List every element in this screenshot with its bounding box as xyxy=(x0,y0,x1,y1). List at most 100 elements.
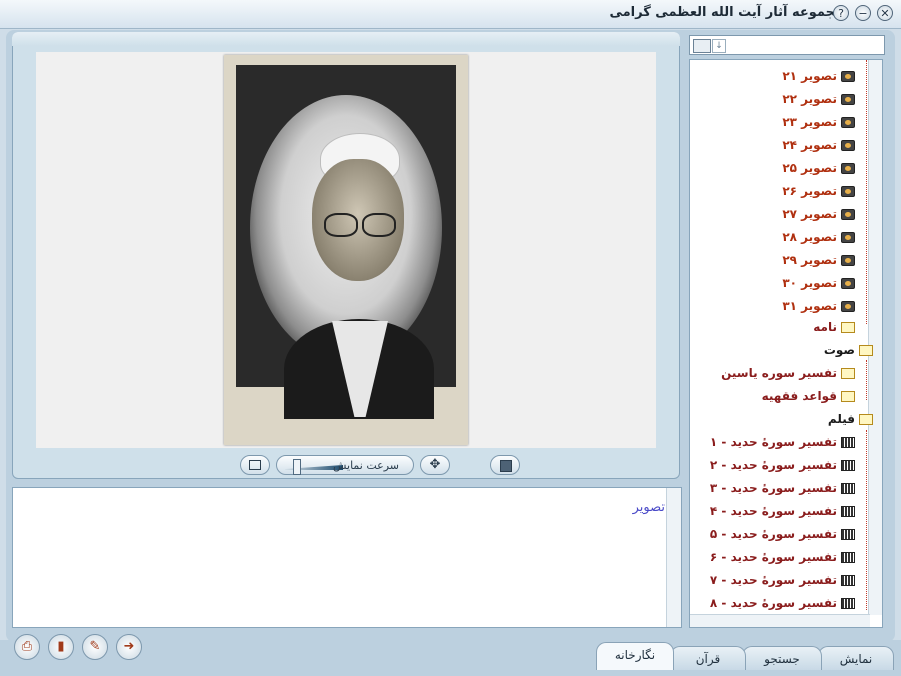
keyboard-icon[interactable] xyxy=(693,39,711,53)
tree-item-folder[interactable]: فیلم xyxy=(828,410,873,428)
tree-item-image[interactable]: تصویر ۳۰ xyxy=(782,274,855,292)
tree-item-image[interactable]: تصویر ۲۱ xyxy=(782,67,855,85)
tree-item-image[interactable]: تصویر ۲۵ xyxy=(782,159,855,177)
copy-button[interactable] xyxy=(240,455,270,475)
tree-item-label: تفسیر سورهٔ حدید - ۵ xyxy=(709,527,837,541)
tree-item-folder[interactable]: قواعد فقهیه xyxy=(762,387,855,405)
folder-open-icon xyxy=(859,413,873,425)
tree-item-label: تفسیر سورهٔ حدید - ۳ xyxy=(709,481,837,495)
tree-item-label: تصویر ۳۰ xyxy=(782,276,837,290)
camera-icon xyxy=(841,208,855,220)
minimize-icon[interactable]: − xyxy=(855,5,871,21)
tree-item-label: تصویر ۲۷ xyxy=(782,207,837,221)
tree-item-image[interactable]: تصویر ۲۳ xyxy=(782,113,855,131)
tree-item-image[interactable]: تصویر ۲۲ xyxy=(782,90,855,108)
search-input[interactable]: ↓ xyxy=(689,35,885,55)
tab-display[interactable]: نمایش xyxy=(818,646,894,670)
folder-icon xyxy=(841,321,855,333)
print-button[interactable]: ⎙ xyxy=(14,634,40,660)
tree-item-label: تفسیر سورهٔ حدید - ۴ xyxy=(709,504,837,518)
tree-item-film[interactable]: تفسیر سورهٔ حدید - ۶ xyxy=(710,548,855,566)
tree-item-label: تفسیر سورهٔ حدید - ۱ xyxy=(709,435,837,449)
camera-icon xyxy=(841,70,855,82)
tree-item-label: تفسیر سوره یاسین xyxy=(721,366,837,380)
tree-item-image[interactable]: تصویر ۲۶ xyxy=(782,182,855,200)
note-icon: ✎ xyxy=(89,639,101,654)
camera-icon xyxy=(841,93,855,105)
eyeglasses xyxy=(324,213,396,237)
camera-icon xyxy=(841,300,855,312)
viewer-header xyxy=(12,32,680,46)
tree-item-film[interactable]: تفسیر سورهٔ حدید - ۵ xyxy=(710,525,855,543)
tree-item-image[interactable]: تصویر ۲۹ xyxy=(782,251,855,269)
tree-item-label: نامه xyxy=(813,320,837,334)
tree-item-label: تصویر ۲۸ xyxy=(782,230,837,244)
tree-horizontal-scrollbar[interactable] xyxy=(690,614,870,627)
save-button[interactable] xyxy=(490,455,520,475)
tree-item-label: تفسیر سورهٔ حدید - ۸ xyxy=(709,596,837,610)
film-icon xyxy=(841,505,855,517)
tree-item-label: فیلم xyxy=(827,412,855,426)
help-icon[interactable]: ? xyxy=(833,5,849,21)
film-icon xyxy=(841,482,855,494)
tree-item-label: تصویر ۲۳ xyxy=(782,115,837,129)
viewer-toolbar: سرعت نمایش ✥ xyxy=(14,455,678,477)
tree-item-folder[interactable]: صوت xyxy=(824,341,873,359)
tab-search[interactable]: جستجو xyxy=(742,646,822,670)
camera-icon xyxy=(841,162,855,174)
tree-item-label: تصویر ۲۵ xyxy=(782,161,837,175)
description-panel: تصویر xyxy=(12,487,682,628)
tree-item-film[interactable]: تفسیر سورهٔ حدید - ۷ xyxy=(710,571,855,589)
tree-item-label: تفسیر سورهٔ حدید - ۲ xyxy=(709,458,837,472)
left-lens xyxy=(324,213,358,237)
tree-item-film[interactable]: تفسیر سورهٔ حدید - ۲ xyxy=(710,456,855,474)
tree-item-image[interactable]: تصویر ۲۸ xyxy=(782,228,855,246)
tree-item-label: تصویر ۲۹ xyxy=(782,253,837,267)
tree-item-image[interactable]: تصویر ۲۴ xyxy=(782,136,855,154)
tree-item-image[interactable]: تصویر ۳۱ xyxy=(782,297,855,315)
tree-item-film[interactable]: تفسیر سورهٔ حدید - ۱ xyxy=(710,433,855,451)
close-icon[interactable]: ✕ xyxy=(877,5,893,21)
film-icon xyxy=(841,551,855,563)
tree-item-label: صوت xyxy=(823,343,855,357)
camera-icon xyxy=(841,231,855,243)
tree-item-image[interactable]: تصویر ۲۷ xyxy=(782,205,855,223)
tree-item-film[interactable]: تفسیر سورهٔ حدید - ۸ xyxy=(710,594,855,612)
camera-icon xyxy=(841,185,855,197)
down-arrow-icon[interactable]: ↓ xyxy=(712,39,726,53)
camera-icon xyxy=(841,277,855,289)
description-scrollbar[interactable] xyxy=(666,488,681,627)
copy-icon xyxy=(249,460,261,470)
window-title: مجموعه آثار آیت الله العظمی گرامی xyxy=(609,5,843,20)
tab-quran[interactable]: قرآن xyxy=(670,646,746,670)
portrait-photo xyxy=(224,55,468,445)
exit-button[interactable]: ➜ xyxy=(116,634,142,660)
tree-connector-line xyxy=(866,430,867,610)
printer-icon: ⎙ xyxy=(21,639,33,654)
camera-icon xyxy=(841,116,855,128)
floppy-icon xyxy=(500,460,512,472)
tree-item-film[interactable]: تفسیر سورهٔ حدید - ۴ xyxy=(710,502,855,520)
book-icon: ▮ xyxy=(57,639,65,654)
speed-control: سرعت نمایش xyxy=(276,455,414,475)
tree-item-film[interactable]: تفسیر سورهٔ حدید - ۳ xyxy=(710,479,855,497)
tree-vertical-scrollbar[interactable] xyxy=(868,60,882,615)
tree-item-label: تصویر ۲۴ xyxy=(782,138,837,152)
tree-item-folder[interactable]: نامه xyxy=(813,318,855,336)
book-button[interactable]: ▮ xyxy=(48,634,74,660)
film-icon xyxy=(841,459,855,471)
right-lens xyxy=(362,213,396,237)
edit-button[interactable]: ✎ xyxy=(82,634,108,660)
tree-item-folder[interactable]: تفسیر سوره یاسین xyxy=(721,364,855,382)
exit-icon: ➜ xyxy=(123,639,135,654)
tree-item-label: تصویر ۲۶ xyxy=(782,184,837,198)
tab-gallery[interactable]: نگارخانه xyxy=(596,642,674,670)
tree-item-label: قواعد فقهیه xyxy=(761,389,837,403)
tree-connector-line xyxy=(866,60,867,324)
speed-slider-thumb[interactable] xyxy=(293,459,301,475)
fit-button[interactable]: ✥ xyxy=(420,455,450,475)
tree-item-label: تفسیر سورهٔ حدید - ۶ xyxy=(709,550,837,564)
tree-item-label: تصویر ۲۱ xyxy=(782,69,837,83)
folder-icon xyxy=(841,390,855,402)
tree-connector-line xyxy=(866,360,867,400)
